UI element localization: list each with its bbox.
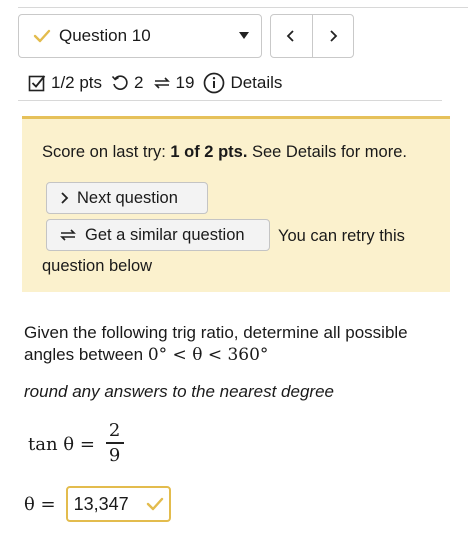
chevron-down-icon — [239, 32, 249, 39]
check-icon — [146, 496, 164, 517]
meta-divider — [18, 100, 442, 101]
similar-icon — [59, 226, 77, 244]
question-label: Question 10 — [59, 26, 151, 45]
question-nav-group — [270, 14, 354, 58]
similar-count: 19 — [175, 73, 195, 92]
similar-question-label: Get a similar question — [85, 225, 245, 244]
retry-message-line1: You can retry this — [278, 227, 405, 245]
next-question-label: Next question — [77, 188, 178, 207]
attempts-status: 2 — [111, 73, 144, 93]
details-link[interactable]: Details — [203, 72, 282, 94]
similar-icon — [153, 77, 170, 89]
info-icon — [204, 72, 225, 94]
similar-question-button[interactable]: Get a similar question — [46, 219, 270, 251]
score-value: 1 of 2 pts. — [170, 143, 248, 161]
question-meta: 1/2 pts 2 19 Details — [28, 70, 291, 96]
prompt-line2-text: angles between — [24, 345, 148, 364]
previous-question-button[interactable] — [271, 15, 312, 57]
check-icon — [33, 28, 51, 44]
chevron-right-icon — [59, 191, 69, 205]
chevron-right-icon — [330, 30, 338, 42]
retry-message-line2: question below — [42, 257, 153, 275]
checkbox-icon — [28, 75, 46, 92]
question-select[interactable]: Question 10 — [18, 14, 262, 58]
ratio-denominator: 9 — [108, 444, 121, 466]
ratio-numerator: 2 — [108, 420, 121, 442]
chevron-left-icon — [286, 30, 294, 42]
ratio-lhs: tan θ = — [28, 433, 95, 455]
top-divider — [18, 7, 468, 8]
points-text: 1/2 pts — [51, 73, 103, 92]
attempts-text: 2 — [134, 73, 144, 92]
answer-value: 13,347 — [73, 493, 129, 514]
score-banner: Score on last try: 1 of 2 pts. See Detai… — [22, 116, 450, 292]
points-status: 1/2 pts — [28, 73, 102, 93]
angle-range: 0° < θ < 360° — [147, 345, 269, 365]
rounding-instruction: round any answers to the nearest degree — [24, 382, 334, 401]
prompt-line2: angles between 0° < θ < 360° — [24, 344, 444, 366]
retry-icon — [111, 75, 128, 90]
answer-lhs: θ = — [24, 493, 56, 515]
score-prefix: Score on last try: — [42, 143, 171, 161]
score-suffix: See Details for more. — [247, 143, 407, 161]
trig-ratio: tan θ = 2 9 — [28, 418, 124, 470]
score-message: Score on last try: 1 of 2 pts. See Detai… — [42, 143, 407, 162]
question-prompt: Given the following trig ratio, determin… — [24, 322, 444, 366]
answer-row: θ = 13,347 — [24, 486, 171, 522]
answer-input[interactable]: 13,347 — [65, 486, 171, 522]
ratio-fraction: 2 9 — [105, 420, 124, 468]
prompt-line1: Given the following trig ratio, determin… — [24, 323, 408, 342]
next-question-button[interactable]: Next question — [46, 182, 208, 214]
next-question-nav-button[interactable] — [311, 15, 354, 57]
similar-status: 19 — [153, 73, 195, 93]
details-text: Details — [230, 73, 283, 92]
